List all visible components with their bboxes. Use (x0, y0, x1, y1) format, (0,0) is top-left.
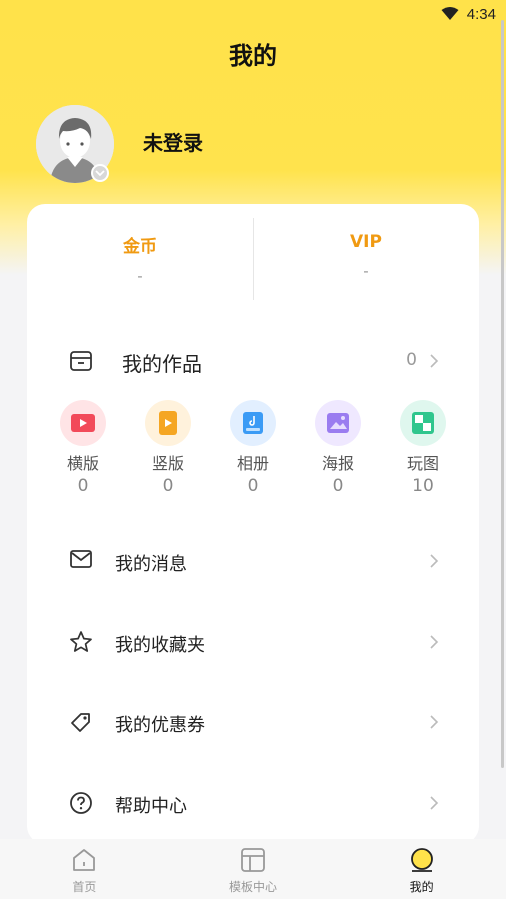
tab-mine[interactable]: 我的 (337, 839, 506, 899)
work-item-play-image[interactable]: 玩图 10 (383, 400, 463, 500)
work-item-album[interactable]: 相册 0 (213, 400, 293, 500)
work-label: 玩图 (406, 454, 439, 473)
mail-icon (70, 550, 92, 568)
works-count: 0 (406, 350, 417, 370)
work-label: 相册 (236, 454, 269, 473)
stat-value: - (137, 267, 143, 285)
star-icon (70, 631, 92, 652)
help-circle-icon (70, 792, 92, 814)
chevron-right-icon (430, 554, 439, 568)
home-icon (73, 849, 96, 871)
work-count: 0 (247, 476, 259, 496)
bottom-nav: 首页 模板中心 我的 (0, 839, 506, 899)
works-title: 我的作品 (122, 352, 202, 376)
menu-label: 我的优惠券 (115, 715, 205, 736)
work-label: 竖版 (151, 454, 184, 473)
menu-label: 我的收藏夹 (115, 635, 205, 656)
chevron-right-icon (430, 635, 439, 649)
chevron-right-icon (430, 354, 439, 368)
work-item-poster[interactable]: 海报 0 (298, 400, 378, 500)
works-grid: 横版 0 竖版 0 相册 0 海报 0 玩图 10 (43, 400, 463, 500)
scrollbar[interactable] (501, 20, 504, 768)
nav-label: 模板中心 (229, 880, 278, 894)
stat-label: VIP (350, 232, 382, 252)
stat-value: - (363, 262, 369, 280)
avatar-badge (91, 164, 109, 182)
stat-coins[interactable]: 金币 - (27, 204, 253, 304)
status-bar: 4:34 (0, 0, 506, 28)
menu-label: 帮助中心 (115, 796, 187, 817)
menu-item-favorites[interactable]: 我的收藏夹 (27, 620, 479, 664)
my-works-row[interactable]: 我的作品 0 (27, 340, 479, 380)
work-count: 0 (77, 476, 89, 496)
play-image-icon (412, 412, 434, 434)
work-count: 0 (332, 476, 344, 496)
menu-item-messages[interactable]: 我的消息 (27, 539, 479, 583)
chevron-down-icon (95, 170, 105, 177)
nav-label: 首页 (72, 880, 97, 894)
template-icon (241, 848, 265, 872)
status-time: 4:34 (466, 5, 496, 23)
tab-home[interactable]: 首页 (0, 839, 169, 899)
menu-item-coupons[interactable]: 我的优惠券 (27, 700, 479, 744)
coupon-tag-icon (71, 713, 90, 732)
stats-divider (253, 218, 254, 300)
profile-card: 金币 - VIP - 我的作品 0 横版 0 竖版 0 相册 0 海报 0 玩图… (27, 204, 479, 844)
landscape-video-icon (71, 414, 95, 432)
portrait-video-icon (159, 411, 177, 435)
work-icon-circle (145, 400, 191, 446)
work-count: 10 (412, 476, 434, 496)
chevron-right-icon (430, 796, 439, 810)
work-icon-circle (60, 400, 106, 446)
wifi-icon (441, 7, 459, 20)
work-icon-circle (315, 400, 361, 446)
stat-vip[interactable]: VIP - (253, 204, 479, 304)
nav-label: 我的 (409, 880, 434, 894)
work-item-portrait[interactable]: 竖版 0 (128, 400, 208, 500)
username[interactable]: 未登录 (143, 127, 203, 156)
stat-label: 金币 (123, 237, 157, 257)
page-title: 我的 (229, 42, 277, 70)
tab-templates[interactable]: 模板中心 (169, 839, 338, 899)
work-label: 海报 (321, 454, 354, 473)
work-label: 横版 (66, 454, 99, 473)
work-count: 0 (162, 476, 174, 496)
work-icon-circle (400, 400, 446, 446)
work-item-landscape[interactable]: 横版 0 (43, 400, 123, 500)
chevron-right-icon (430, 715, 439, 729)
album-icon (243, 412, 263, 434)
menu-label: 我的消息 (115, 554, 187, 575)
poster-icon (327, 413, 349, 433)
menu-item-help[interactable]: 帮助中心 (27, 781, 479, 825)
box-icon (70, 351, 92, 371)
work-icon-circle (230, 400, 276, 446)
profile-tab-icon (410, 848, 433, 872)
